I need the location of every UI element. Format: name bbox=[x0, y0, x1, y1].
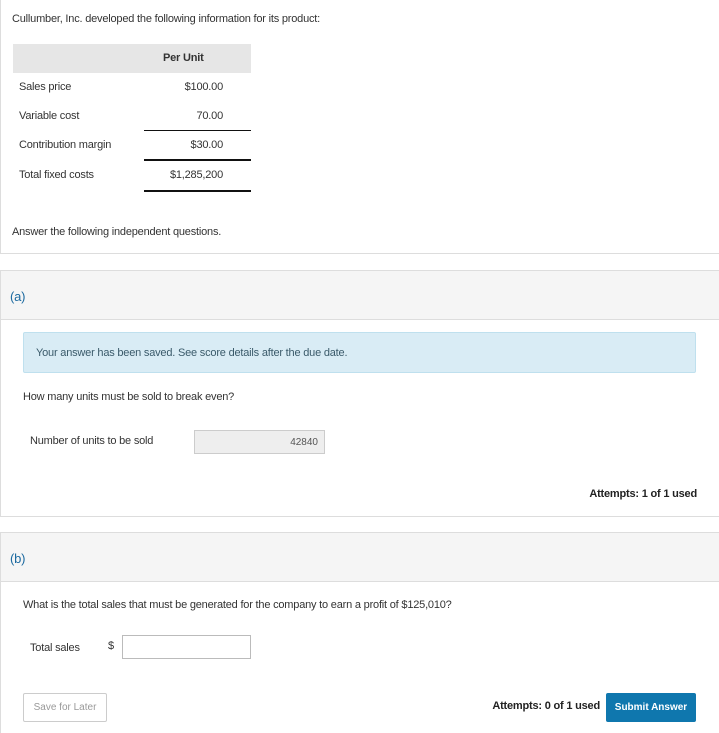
intro-panel: Cullumber, Inc. developed the following … bbox=[0, 0, 719, 254]
instruction-text: Answer the following independent questio… bbox=[12, 226, 222, 238]
currency-symbol: $ bbox=[108, 640, 114, 652]
part-b-question: What is the total sales that must be gen… bbox=[23, 599, 452, 611]
row-label: Contribution margin bbox=[19, 139, 112, 151]
units-input[interactable] bbox=[194, 430, 325, 454]
row-label: Total fixed costs bbox=[19, 169, 94, 181]
row-value: $1,285,200 bbox=[169, 169, 223, 181]
notice-text: Your answer has been saved. See score de… bbox=[36, 347, 348, 359]
divider bbox=[144, 130, 251, 131]
save-for-later-button[interactable]: Save for Later bbox=[23, 693, 107, 722]
divider bbox=[144, 159, 251, 161]
row-value: 70.00 bbox=[196, 110, 223, 122]
intro-text: Cullumber, Inc. developed the following … bbox=[12, 13, 321, 25]
table-row: Total fixed costs $1,285,200 bbox=[13, 166, 251, 186]
part-a-label: (a) bbox=[10, 289, 26, 304]
submit-answer-button[interactable]: Submit Answer bbox=[606, 693, 696, 722]
part-a-attempts: Attempts: 1 of 1 used bbox=[589, 488, 697, 500]
part-b-label: (b) bbox=[10, 551, 26, 566]
total-sales-input[interactable] bbox=[122, 635, 251, 659]
table-row: Variable cost 70.00 bbox=[13, 107, 251, 127]
row-value: $100.00 bbox=[184, 81, 224, 93]
column-header-per-unit: Per Unit bbox=[163, 52, 204, 64]
part-a-header: (a) bbox=[1, 271, 719, 320]
saved-notice: Your answer has been saved. See score de… bbox=[23, 332, 696, 373]
part-a-question: How many units must be sold to break eve… bbox=[23, 391, 235, 403]
total-sales-label: Total sales bbox=[30, 642, 80, 654]
part-b-attempts: Attempts: 0 of 1 used bbox=[492, 700, 600, 712]
part-a-section: (a) Your answer has been saved. See scor… bbox=[0, 270, 719, 517]
row-value: $30.00 bbox=[190, 139, 224, 151]
row-label: Variable cost bbox=[19, 110, 80, 122]
table-row: Contribution margin $30.00 bbox=[13, 136, 251, 156]
table-header: Per Unit bbox=[13, 44, 251, 73]
table-row: Sales price $100.00 bbox=[13, 78, 251, 98]
divider bbox=[144, 190, 251, 192]
part-b-header: (b) bbox=[1, 533, 719, 582]
row-label: Sales price bbox=[19, 81, 72, 93]
units-field-label: Number of units to be sold bbox=[30, 435, 154, 447]
part-b-section: (b) What is the total sales that must be… bbox=[0, 532, 719, 733]
